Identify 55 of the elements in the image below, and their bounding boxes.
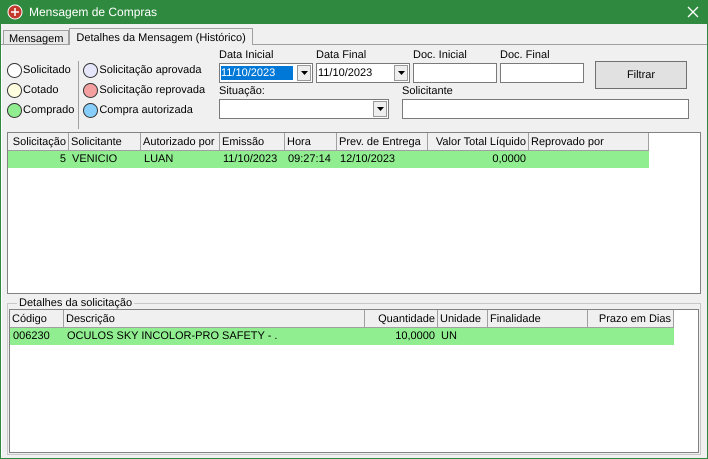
column-header[interactable]: Finalidade xyxy=(488,310,588,328)
table-row[interactable]: 006230 OCULOS SKY INCOLOR-PRO SAFETY - . 10,0000 UN xyxy=(10,328,674,345)
column-header[interactable]: Reprovado por xyxy=(529,133,649,151)
field-label: Data Inicial xyxy=(219,49,274,62)
tab[interactable]: Detalhes da Mensagem (Histórico) xyxy=(69,28,253,45)
table-row[interactable]: 5 VENICIO LUAN 11/10/2023 09:27:14 12/10/2023 0,0000 xyxy=(8,151,649,168)
dropdown-icon[interactable] xyxy=(297,65,311,81)
table-cell: UN xyxy=(441,330,457,342)
legend-label: Solicitação reprovada xyxy=(99,84,206,96)
input-field[interactable] xyxy=(402,99,689,119)
column-header[interactable]: Prev. de Entrega xyxy=(337,133,428,151)
legend-label: Solicitado xyxy=(23,64,71,76)
legend-label: Solicitação aprovada xyxy=(99,64,202,76)
dropdown-icon[interactable] xyxy=(394,65,408,81)
column-header[interactable]: Hora xyxy=(285,133,337,151)
column-header[interactable]: Código xyxy=(10,310,64,328)
legend-label: Cotado xyxy=(23,84,58,96)
column-header[interactable]: Descrição xyxy=(64,310,365,328)
table-cell: VENICIO xyxy=(72,153,118,165)
input-field[interactable] xyxy=(413,63,497,83)
column-header[interactable]: Quantidade xyxy=(365,310,438,328)
field-label: Situação: xyxy=(219,85,266,98)
field-label: Doc. Inicial xyxy=(413,49,468,62)
table-cell: 5 xyxy=(60,153,66,165)
legend-label: Compra autorizada xyxy=(99,104,193,116)
table-cell: 006230 xyxy=(13,330,50,342)
column-header[interactable]: Solicitante xyxy=(69,133,141,151)
legend-label: Comprado xyxy=(23,104,74,116)
column-header[interactable]: Emissão xyxy=(220,133,285,151)
date-field[interactable]: 11/10/2023 xyxy=(316,63,410,83)
field-label: Solicitante xyxy=(402,85,454,98)
dropdown-icon[interactable] xyxy=(373,101,387,117)
table-cell: LUAN xyxy=(144,153,174,165)
field-label: Doc. Final xyxy=(500,49,551,62)
close-icon[interactable] xyxy=(687,6,699,18)
column-header[interactable]: Solicitação xyxy=(8,133,69,151)
table-cell: OCULOS SKY INCOLOR-PRO SAFETY - . xyxy=(67,330,278,342)
app-icon xyxy=(7,4,23,20)
table-cell: 0,0000 xyxy=(492,153,526,165)
dropdown-field[interactable] xyxy=(219,99,389,119)
column-header[interactable]: Valor Total Líquido xyxy=(428,133,529,151)
tab[interactable]: Mensagem xyxy=(3,30,70,44)
input-field[interactable] xyxy=(500,63,584,83)
table-cell: 12/10/2023 xyxy=(340,153,396,165)
table-cell: 09:27:14 xyxy=(288,153,331,165)
table-cell: 10,0000 xyxy=(395,330,435,342)
column-header[interactable]: Prazo em Dias xyxy=(588,310,674,328)
field-label: Data Final xyxy=(316,49,368,62)
group-title: Detalhes da solicitação xyxy=(18,297,134,309)
window-title: Mensagem de Compras xyxy=(29,5,158,19)
column-header[interactable]: Autorizado por xyxy=(141,133,220,151)
column-header[interactable]: Unidade xyxy=(438,310,488,328)
filter-button[interactable]: Filtrar xyxy=(595,61,687,89)
table-cell: 11/10/2023 xyxy=(223,153,278,165)
date-field[interactable]: 11/10/2023 xyxy=(219,63,313,83)
